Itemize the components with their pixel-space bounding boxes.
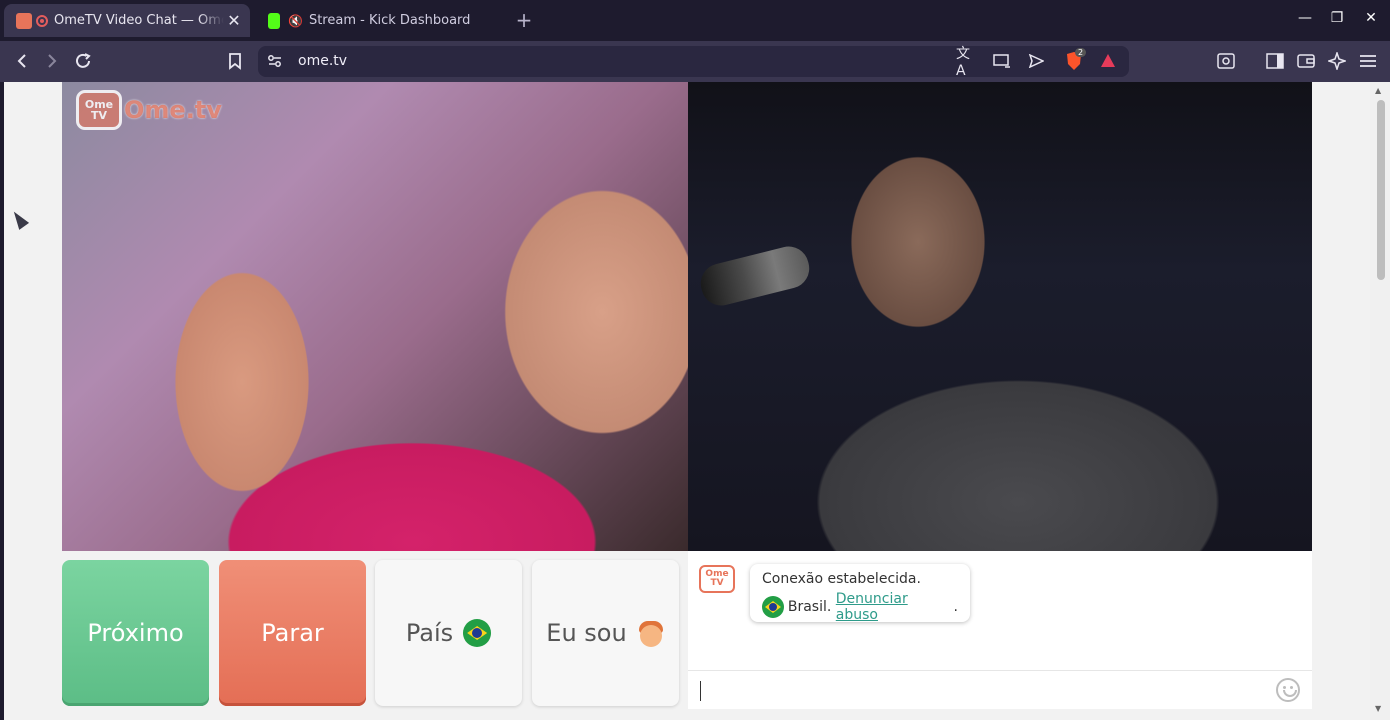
forward-icon[interactable] [41, 50, 63, 72]
emoji-icon[interactable] [1276, 678, 1300, 702]
bookmark-icon[interactable] [224, 50, 246, 72]
partner-video [62, 82, 688, 551]
leo-ai-icon[interactable] [1326, 50, 1348, 72]
country-label: País [405, 619, 454, 647]
translate-icon[interactable]: 文A [956, 46, 978, 79]
next-label: Próximo [87, 619, 184, 647]
chat-panel: Ome TV Conexão estabelecida. Brasil. Den… [688, 551, 1312, 709]
connection-status: Conexão estabelecida. [762, 571, 921, 587]
ometv-logo: Ome TV Ome.tv [76, 90, 222, 130]
tab-title: Stream - Kick Dashboard [308, 13, 471, 28]
ometv-wordmark: Ome.tv [124, 96, 222, 124]
cast-icon[interactable] [991, 50, 1013, 72]
minimize-button[interactable]: — [1294, 10, 1316, 26]
tab-title: OmeTV Video Chat — Omegle [54, 13, 224, 28]
brazil-flag-icon [762, 596, 784, 618]
url-text: ome.tv [298, 53, 348, 69]
tab-ometv[interactable]: OmeTV Video Chat — Omegle ✕ [4, 4, 250, 37]
country-button[interactable]: País [375, 560, 522, 706]
scroll-up-icon[interactable]: ▲ [1375, 86, 1381, 95]
recording-icon [36, 14, 48, 27]
site-settings-icon[interactable] [264, 50, 286, 72]
close-window-button[interactable]: ✕ [1360, 10, 1382, 26]
brave-rewards-icon[interactable] [1097, 50, 1119, 72]
report-abuse-link[interactable]: Denunciar abuso [836, 591, 954, 623]
stop-button[interactable]: Parar [219, 560, 366, 706]
tab-strip: OmeTV Video Chat — Omegle ✕ 🔇 Stream - K… [0, 0, 1390, 41]
muted-icon[interactable]: 🔇 [288, 14, 303, 28]
stop-label: Parar [261, 619, 324, 647]
back-icon[interactable] [11, 50, 33, 72]
address-bar[interactable]: ome.tv 文A 2 [258, 46, 1129, 79]
menu-icon[interactable] [1357, 50, 1379, 72]
screenshot-icon[interactable] [1215, 50, 1237, 72]
tab-kick[interactable]: 🔇 Stream - Kick Dashboard [256, 4, 496, 37]
self-video [688, 82, 1312, 551]
ometv-favicon-icon [16, 12, 32, 29]
ometv-logo-icon: Ome TV [76, 90, 122, 130]
brave-shields-icon[interactable]: 2 [1063, 48, 1087, 72]
boy-icon [637, 619, 665, 647]
scroll-down-icon[interactable]: ▼ [1375, 704, 1381, 713]
close-tab-icon[interactable]: ✕ [224, 11, 244, 30]
chat-input[interactable] [688, 670, 1312, 709]
text-caret [700, 681, 701, 701]
brazil-flag-icon [463, 619, 492, 647]
new-tab-button[interactable]: + [512, 8, 536, 32]
maximize-button[interactable]: ❐ [1326, 10, 1348, 26]
sidebar-icon[interactable] [1264, 50, 1286, 72]
gender-button[interactable]: Eu sou [532, 560, 679, 706]
next-button[interactable]: Próximo [62, 560, 209, 706]
reload-icon[interactable] [72, 50, 94, 72]
send-icon[interactable] [1025, 50, 1047, 72]
system-message: Conexão estabelecida. Brasil. Denunciar … [750, 564, 970, 623]
partner-country: Brasil. [787, 599, 832, 615]
kick-favicon-icon [268, 12, 280, 29]
browser-toolbar: ome.tv 文A 2 [0, 41, 1390, 82]
scroll-thumb[interactable] [1377, 100, 1385, 280]
shield-count-badge: 2 [1075, 48, 1087, 57]
gender-label: Eu sou [546, 619, 627, 647]
wallet-icon[interactable] [1295, 50, 1317, 72]
ometv-chat-logo-icon: Ome TV [699, 565, 735, 593]
scrollbar[interactable]: ▲ ▼ [1370, 82, 1390, 720]
